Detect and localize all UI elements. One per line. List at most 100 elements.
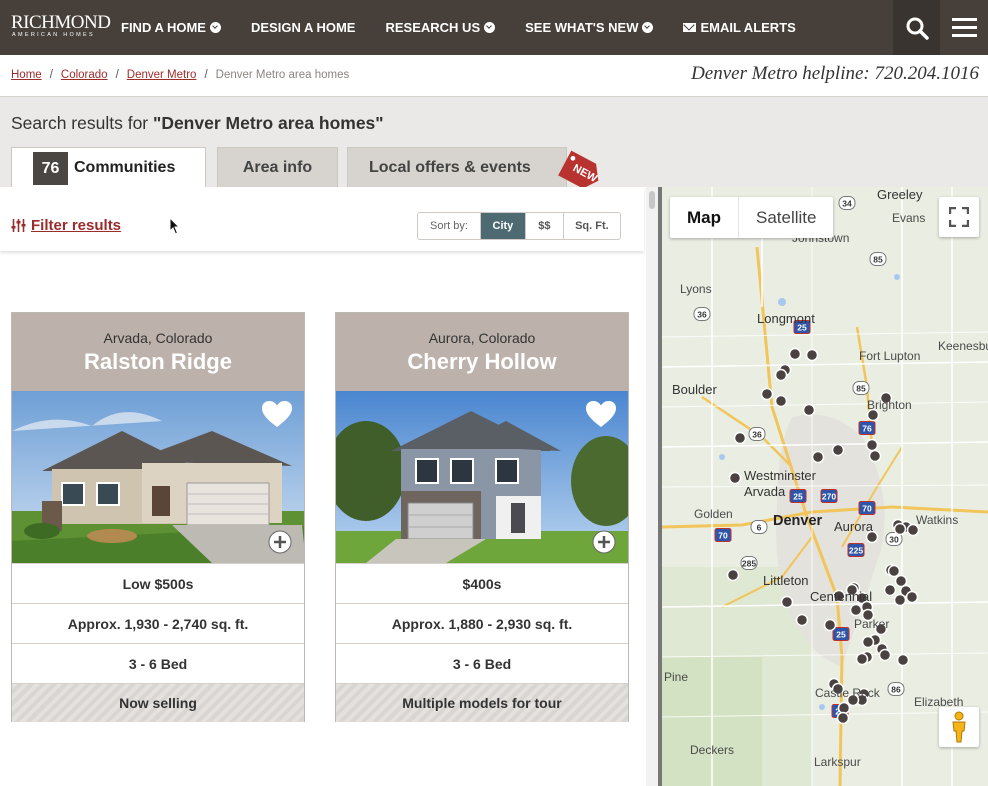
results-scrollbar[interactable]	[646, 187, 658, 786]
filter-bar: Filter results Sort by: City $$ Sq. Ft.	[0, 187, 644, 251]
svg-text:36: 36	[752, 430, 762, 440]
sort-city-button[interactable]: City	[479, 213, 525, 239]
card-community-name[interactable]: Cherry Hollow	[336, 349, 628, 375]
map-label-deckers: Deckers	[690, 743, 735, 757]
map-label-centennial: Centennial	[810, 589, 873, 604]
map-type-map-button[interactable]: Map	[670, 197, 738, 238]
community-map-pin[interactable]	[774, 394, 788, 408]
house-photo	[336, 391, 628, 563]
svg-text:70: 70	[718, 531, 728, 541]
sort-price-button[interactable]: $$	[524, 213, 563, 239]
community-card[interactable]: Arvada, Colorado Ralston Ridge Low $500s…	[11, 312, 305, 722]
svg-text:25: 25	[793, 492, 803, 502]
tab-local-offers[interactable]: Local offers & events	[347, 147, 567, 187]
community-map-pin[interactable]	[726, 568, 740, 582]
sort-control: Sort by: City $$ Sq. Ft.	[417, 212, 621, 240]
scrollbar-thumb[interactable]	[649, 191, 655, 209]
community-map-pin[interactable]	[831, 443, 845, 457]
map-label-brighton: Brighton	[867, 398, 912, 412]
card-location: Arvada, Colorado	[103, 330, 213, 346]
search-icon	[906, 17, 929, 40]
add-compare-plus-icon[interactable]	[592, 530, 616, 554]
svg-text:76: 76	[862, 424, 872, 434]
highway-shield: 285	[740, 556, 758, 570]
map-label-parker: Parker	[854, 617, 890, 631]
map-label-westminster: Westminster	[744, 468, 816, 483]
community-map-pin[interactable]	[728, 471, 742, 485]
breadcrumb-home[interactable]: Home	[11, 69, 42, 81]
filter-results-button[interactable]: Filter results	[11, 217, 121, 234]
street-view-pegman-button[interactable]	[939, 707, 979, 747]
community-map-pin[interactable]	[893, 593, 907, 607]
highway-shield: 34	[838, 196, 856, 210]
community-map-pin[interactable]	[774, 368, 788, 382]
community-map-pin[interactable]	[802, 403, 816, 417]
svg-text:36: 36	[697, 310, 707, 320]
add-compare-plus-icon[interactable]	[268, 530, 292, 554]
community-map-pin[interactable]	[823, 618, 837, 632]
community-map-pin[interactable]	[896, 653, 910, 667]
community-map[interactable]: 34853625853676252707067022530285258625 G…	[662, 187, 988, 786]
map-label-greeley: Greeley	[877, 187, 923, 202]
map-label-castle-rock: Castle Rock	[815, 686, 880, 700]
community-map-pin[interactable]	[893, 522, 907, 536]
community-map-pin[interactable]	[855, 652, 869, 666]
top-navbar: RICHMOND AMERICAN HOMES FIND A HOME DESI…	[0, 0, 988, 55]
community-photo[interactable]	[12, 391, 304, 563]
highway-shield: 85	[852, 381, 870, 395]
search-button[interactable]	[893, 0, 940, 55]
community-map-pin[interactable]	[865, 438, 879, 452]
map-label-watkins: Watkins	[916, 513, 959, 527]
community-map-pin[interactable]	[805, 348, 819, 362]
map-type-satellite-button[interactable]: Satellite	[738, 197, 833, 238]
nav-see-whats-new[interactable]: SEE WHAT'S NEW	[525, 20, 654, 35]
nav-email-alerts[interactable]: EMAIL ALERTS	[683, 20, 796, 35]
search-header: Search results for "Denver Metro area ho…	[0, 97, 988, 188]
tab-area-info[interactable]: Area info	[217, 147, 338, 187]
fullscreen-button[interactable]	[939, 197, 979, 237]
breadcrumb-denver-metro[interactable]: Denver Metro	[127, 69, 197, 81]
community-photo[interactable]	[336, 391, 628, 563]
breadcrumb-colorado[interactable]: Colorado	[61, 69, 108, 81]
community-map-pin[interactable]	[878, 648, 892, 662]
richmond-logo[interactable]: RICHMOND AMERICAN HOMES	[11, 13, 111, 39]
nav-find-a-home[interactable]: FIND A HOME	[121, 20, 221, 35]
map-label-arvada: Arvada	[744, 484, 786, 499]
card-community-name[interactable]: Ralston Ridge	[12, 349, 304, 375]
svg-text:285: 285	[742, 559, 756, 569]
community-map-pin[interactable]	[861, 635, 875, 649]
community-map-pin[interactable]	[795, 613, 809, 627]
community-map-pin[interactable]	[788, 347, 802, 361]
community-map-pin[interactable]	[811, 450, 825, 464]
community-map-pin[interactable]	[883, 583, 897, 597]
community-map-pin[interactable]	[849, 603, 863, 617]
card-status: Now selling	[12, 683, 304, 722]
community-map-pin[interactable]	[836, 711, 850, 725]
hamburger-menu-icon[interactable]	[940, 0, 988, 55]
community-map-pin[interactable]	[868, 449, 882, 463]
highway-shield: 25	[832, 627, 850, 641]
sort-sqft-button[interactable]: Sq. Ft.	[562, 213, 620, 239]
helpline-number[interactable]: 720.204.1016	[875, 63, 980, 84]
nav-design-a-home[interactable]: DESIGN A HOME	[251, 20, 356, 35]
favorite-heart-icon[interactable]	[586, 401, 616, 428]
nav-research-us[interactable]: RESEARCH US	[385, 20, 496, 35]
community-map-pin[interactable]	[760, 387, 774, 401]
map-label-pine: Pine	[664, 670, 689, 684]
svg-text:30: 30	[889, 535, 899, 545]
card-price: Low $500s	[12, 563, 304, 603]
tab-communities[interactable]: 76 Communities	[11, 147, 206, 188]
card-price: $400s	[336, 563, 628, 603]
main-nav: FIND A HOME DESIGN A HOME RESEARCH US SE…	[121, 0, 826, 55]
community-map-pin[interactable]	[887, 564, 901, 578]
community-card[interactable]: Aurora, Colorado Cherry Hollow $400s App…	[335, 312, 629, 722]
map-label-boulder: Boulder	[672, 382, 717, 397]
community-map-pin[interactable]	[733, 431, 747, 445]
community-map-pin[interactable]	[905, 590, 919, 604]
community-map-pin[interactable]	[780, 595, 794, 609]
community-map-pin[interactable]	[894, 574, 908, 588]
card-sqft: Approx. 1,880 - 2,930 sq. ft.	[336, 603, 628, 643]
map-label-lyons: Lyons	[680, 282, 712, 296]
favorite-heart-icon[interactable]	[262, 401, 292, 428]
sort-label: Sort by:	[430, 220, 468, 232]
